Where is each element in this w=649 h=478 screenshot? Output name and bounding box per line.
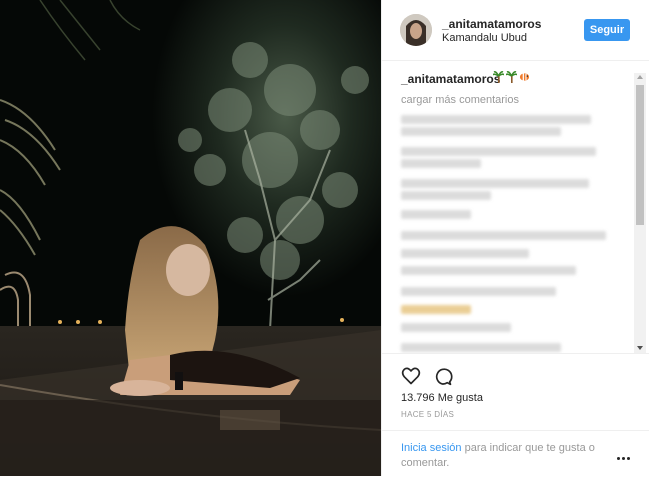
post-header: _anitamatamoros Kamandalu Ubud Seguir: [382, 0, 649, 61]
caption-emojis: [493, 71, 530, 83]
more-options-icon[interactable]: [617, 457, 633, 463]
post-photo: [0, 0, 381, 476]
heart-icon[interactable]: [401, 366, 421, 386]
scroll-thumb[interactable]: [636, 85, 644, 225]
comment-line: [401, 191, 491, 200]
tropical-fish-icon: [519, 73, 530, 81]
comment-line: [401, 323, 511, 332]
post-side-panel: _anitamatamoros Kamandalu Ubud Seguir _a…: [381, 0, 649, 476]
login-prompt: Inicia sesión para indicar que te gusta …: [382, 430, 649, 478]
comment-line: [401, 249, 529, 258]
comment-line: [401, 115, 591, 124]
scroll-down-arrow-icon[interactable]: [637, 346, 643, 350]
follow-button[interactable]: Seguir: [584, 19, 630, 41]
post-image: [0, 0, 381, 476]
comment-line: [401, 127, 561, 136]
palm-tree-icon: [506, 71, 517, 83]
comment-line: [401, 266, 576, 275]
comment-line: [401, 159, 481, 168]
post-actions: 13.796 Me gusta HACE 5 DÍAS Inicia sesió…: [382, 353, 649, 477]
post-timestamp: HACE 5 DÍAS: [401, 410, 455, 419]
likes-count[interactable]: 13.796 Me gusta: [401, 392, 483, 404]
comments-section: _anitamatamoros cargar más comentarios: [382, 61, 649, 353]
comment-line: [401, 305, 471, 314]
comments-scrollbar[interactable]: [634, 73, 646, 353]
comment-line: [401, 231, 606, 240]
avatar-image: [400, 14, 432, 46]
palm-tree-icon: [493, 71, 504, 83]
comment-line: [401, 343, 561, 352]
comment-icon[interactable]: [433, 366, 453, 386]
load-more-comments-link[interactable]: cargar más comentarios: [401, 94, 519, 106]
caption-username[interactable]: _anitamatamoros: [401, 72, 500, 86]
comment-line: [401, 210, 471, 219]
likes-number: 13.796: [401, 392, 435, 404]
comment-line: [401, 287, 556, 296]
scroll-up-arrow-icon[interactable]: [637, 75, 643, 79]
login-prompt-text: Inicia sesión para indicar que te gusta …: [401, 441, 611, 471]
avatar[interactable]: [400, 14, 432, 46]
likes-label: Me gusta: [437, 392, 483, 404]
login-link[interactable]: Inicia sesión: [401, 442, 462, 454]
owner-username[interactable]: _anitamatamoros: [442, 17, 541, 31]
post-location[interactable]: Kamandalu Ubud: [442, 32, 527, 44]
comment-line: [401, 147, 596, 156]
comment-line: [401, 179, 589, 188]
